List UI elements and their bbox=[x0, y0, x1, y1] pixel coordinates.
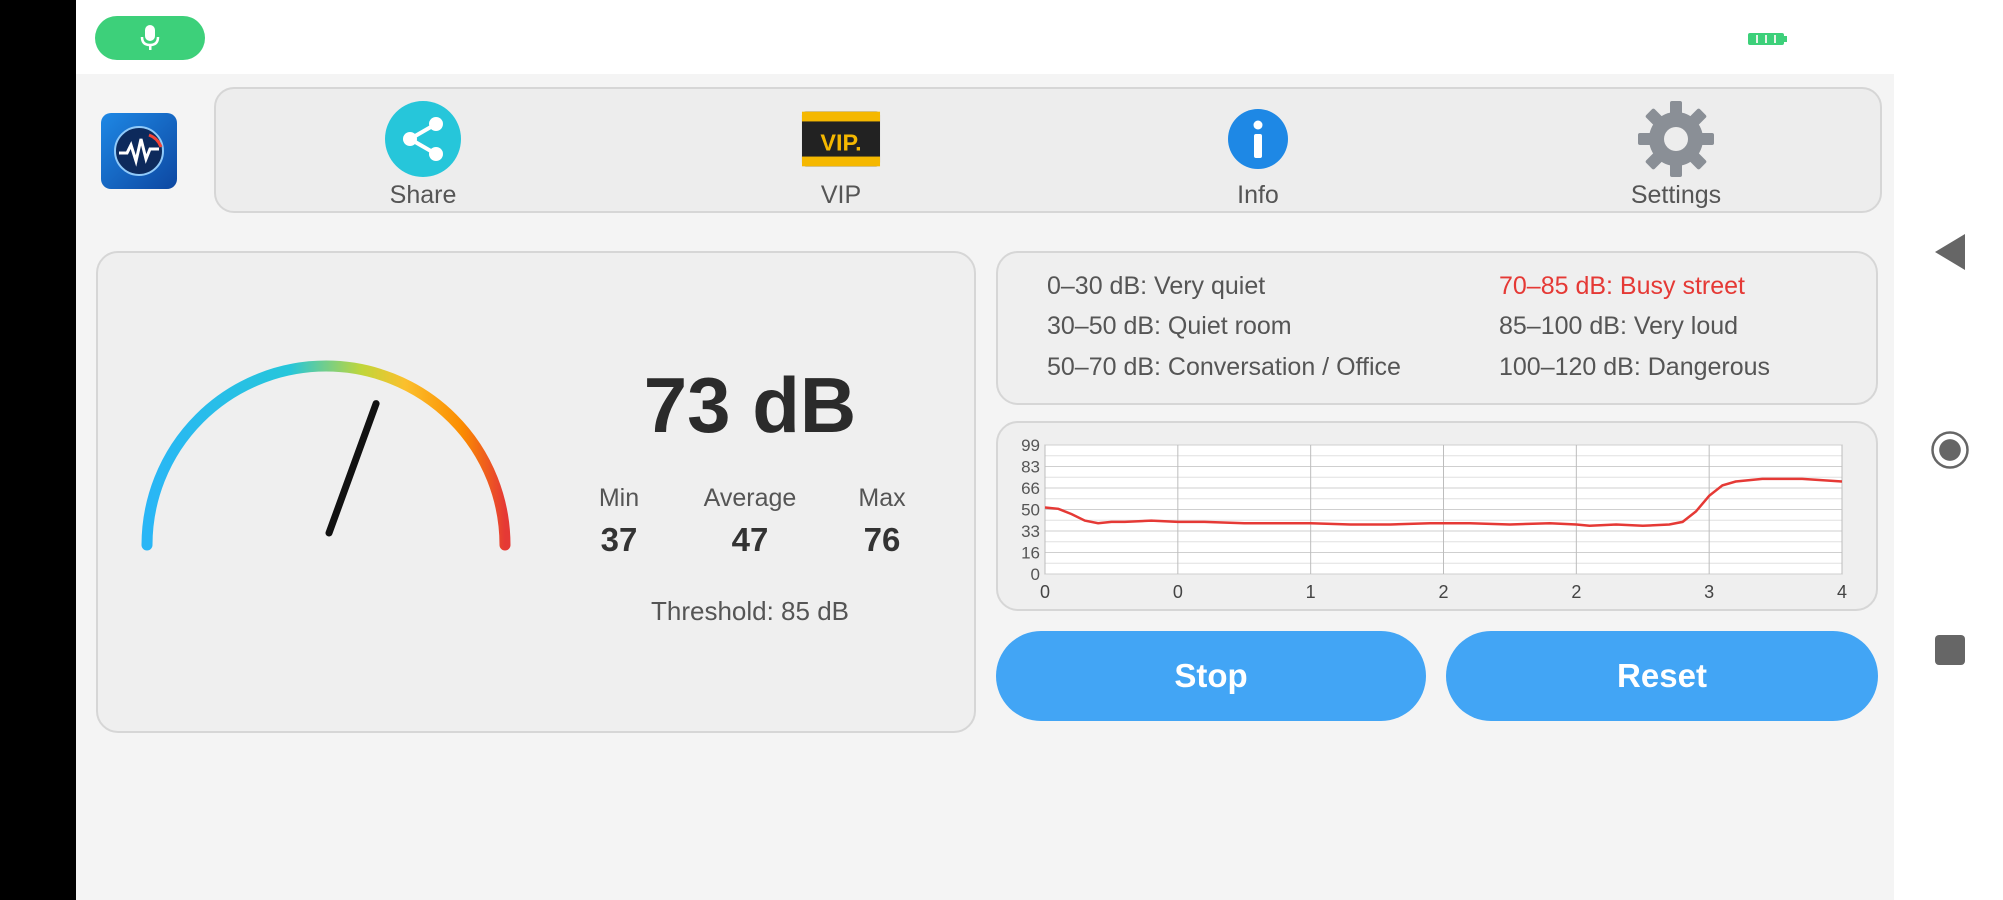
info-label: Info bbox=[1237, 181, 1279, 209]
chart-y-tick-label: 99 bbox=[1021, 436, 1040, 455]
gauge-arc bbox=[141, 360, 511, 551]
left-black-bar bbox=[0, 0, 76, 900]
chart-x-tick-label: 3 bbox=[1704, 582, 1714, 602]
min-label: Min bbox=[598, 484, 640, 512]
settings-button[interactable]: Settings bbox=[1576, 99, 1776, 210]
threshold-text: Threshold: 85 dB bbox=[650, 596, 849, 626]
chart-y-tick-label: 16 bbox=[1021, 544, 1040, 563]
chart-y-tick-label: 0 bbox=[1031, 565, 1040, 584]
legend-item: 50–70 dB: Conversation / Office bbox=[1047, 353, 1401, 381]
chart-y-tick-label: 50 bbox=[1021, 501, 1040, 520]
chart-x-tick-label: 0 bbox=[1040, 582, 1050, 602]
reset-button[interactable]: Reset bbox=[1446, 631, 1878, 721]
average-label: Average bbox=[703, 484, 797, 512]
min-value: 37 bbox=[600, 521, 638, 558]
chart-x-tick-label: 2 bbox=[1571, 582, 1581, 602]
settings-label: Settings bbox=[1630, 181, 1722, 209]
chart-x-tick-label: 0 bbox=[1173, 582, 1183, 602]
current-db-value: 73 dB bbox=[643, 361, 857, 449]
chart-x-tick-label: 4 bbox=[1837, 582, 1847, 602]
gear-icon bbox=[1638, 101, 1714, 177]
vip-button[interactable]: VIP. VIP bbox=[741, 99, 941, 210]
home-nav-icon[interactable] bbox=[1930, 430, 1970, 470]
chart-x-tick-label: 2 bbox=[1438, 582, 1448, 602]
chart-y-tick-label: 33 bbox=[1021, 522, 1040, 541]
vip-label: VIP bbox=[820, 181, 862, 209]
vip-icon: VIP. bbox=[801, 111, 881, 167]
vip-badge-text: VIP. bbox=[820, 130, 861, 156]
mic-active-indicator bbox=[95, 16, 205, 60]
share-button[interactable]: Share bbox=[323, 99, 523, 210]
db-history-chart: 0163350668399 0012234 bbox=[1021, 436, 1847, 602]
top-toolbar: Share VIP. VIP Info Settings bbox=[214, 87, 1882, 213]
info-button[interactable]: Info bbox=[1158, 99, 1358, 210]
max-label: Max bbox=[858, 484, 906, 512]
sound-wave-logo-icon bbox=[114, 126, 164, 176]
chart-y-tick-label: 83 bbox=[1021, 458, 1040, 477]
legend-item-highlighted: 70–85 dB: Busy street bbox=[1499, 272, 1745, 300]
battery-icon bbox=[1748, 33, 1787, 45]
legend-item: 100–120 dB: Dangerous bbox=[1499, 353, 1771, 381]
share-icon bbox=[385, 101, 461, 177]
max-value: 76 bbox=[863, 521, 901, 558]
legend-item: 85–100 dB: Very loud bbox=[1499, 312, 1739, 340]
microphone-icon bbox=[140, 25, 160, 50]
chart-x-tick-label: 1 bbox=[1306, 582, 1316, 602]
app-logo bbox=[101, 113, 177, 189]
legend-item: 0–30 dB: Very quiet bbox=[1047, 272, 1266, 300]
status-bar bbox=[76, 0, 1894, 74]
recents-nav-icon[interactable] bbox=[1930, 630, 1970, 670]
share-label: Share bbox=[389, 181, 457, 209]
info-icon bbox=[1228, 109, 1288, 169]
gauge-needle bbox=[325, 400, 380, 537]
stop-button[interactable]: Stop bbox=[996, 631, 1426, 721]
back-nav-icon[interactable] bbox=[1930, 232, 1970, 272]
chart-y-tick-label: 66 bbox=[1021, 479, 1040, 498]
decibel-gauge bbox=[141, 360, 511, 551]
legend-item: 30–50 dB: Quiet room bbox=[1047, 312, 1292, 340]
average-value: 47 bbox=[731, 521, 769, 558]
